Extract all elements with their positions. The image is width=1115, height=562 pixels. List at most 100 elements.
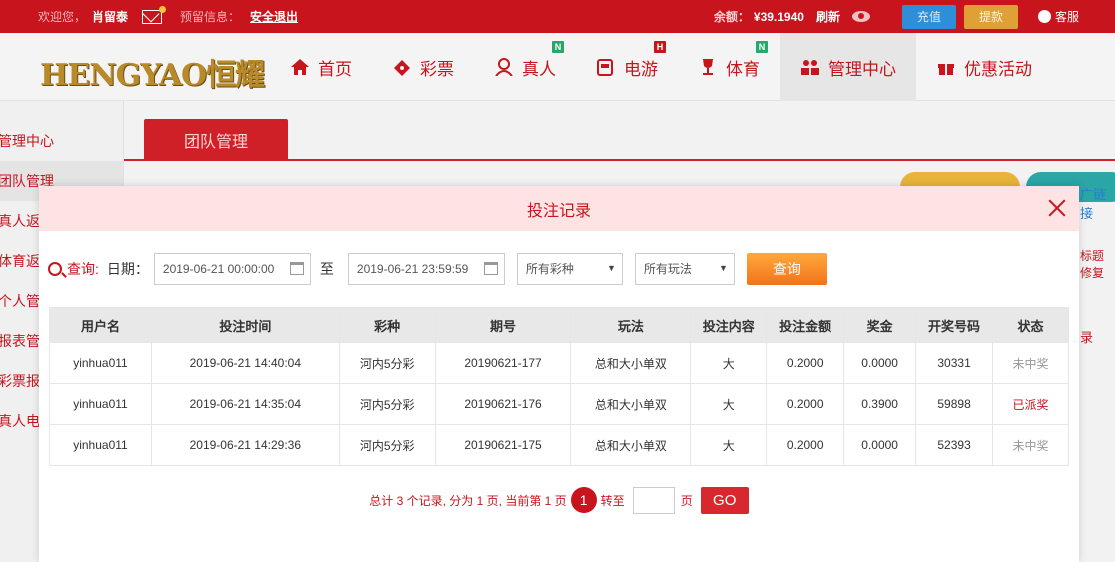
eye-icon[interactable] (851, 11, 870, 22)
to-label: 至 (319, 260, 334, 277)
page-number-button[interactable]: 1 (570, 487, 597, 513)
modal-header: 投注记录 (39, 186, 1079, 231)
calendar-icon[interactable] (289, 261, 304, 275)
cell-issue: 20190621-177 (434, 342, 572, 384)
cell-user: yinhua011 (49, 342, 152, 384)
goto-page-input[interactable] (632, 486, 675, 514)
welcome-text: 欢迎您， (38, 10, 87, 24)
calendar-icon[interactable] (483, 261, 498, 275)
query-button[interactable]: 查询 (746, 252, 827, 285)
cell-prize: 0.0000 (843, 342, 917, 384)
customer-service-link[interactable]: 客服 (1037, 8, 1079, 25)
bet-records-table: 用户名 投注时间 彩种 期号 玩法 投注内容 投注金额 奖金 开奖号码 状态 y… (49, 307, 1069, 466)
page-label: 页 (680, 493, 693, 508)
cell-play: 总和大小单双 (570, 342, 692, 384)
query-label: 查询: (67, 260, 99, 277)
nav-label: 管理中心 (828, 59, 896, 79)
search-icon (48, 261, 62, 276)
cell-issue: 20190621-176 (434, 383, 572, 425)
lottery-select[interactable]: 所有彩种 (516, 252, 623, 285)
cell-code: 52393 (915, 424, 994, 466)
sidebar-item-management[interactable]: 管理中心 (0, 121, 123, 161)
service-label: 客服 (1054, 10, 1079, 24)
pagination-summary: 总计 3 个记录, 分为 1 页, 当前第 1 页 (369, 493, 567, 508)
reserved-info-label: 预留信息： (180, 10, 241, 24)
table-header-row: 用户名 投注时间 彩种 期号 玩法 投注内容 投注金额 奖金 开奖号码 状态 (49, 307, 1069, 343)
nav-promotions[interactable]: 优惠活动 (936, 55, 1032, 80)
nav-label: 首页 (318, 59, 352, 79)
tab-underline (124, 159, 1115, 161)
cell-time: 2019-06-21 14:29:36 (150, 424, 340, 466)
bet-records-modal: 投注记录 查询: 日期： 2019-06-21 00:00:00 至 2019-… (39, 186, 1079, 562)
new-badge: N (756, 40, 768, 53)
table-row: yinhua011 2019-06-21 14:35:04 河内5分彩 2019… (49, 383, 1069, 425)
start-date-value: 2019-06-21 00:00:00 (162, 261, 275, 276)
background-text: 录 (1080, 330, 1094, 345)
end-date-value: 2019-06-21 23:59:59 (356, 261, 469, 276)
username: 肖留泰 (92, 10, 129, 24)
withdraw-button[interactable]: 提款 (963, 4, 1018, 29)
cell-lottery: 河内5分彩 (338, 342, 436, 384)
modal-title: 投注记录 (526, 202, 591, 220)
nav-home[interactable]: 首页 (290, 55, 352, 80)
end-date-input[interactable]: 2019-06-21 23:59:59 (347, 252, 505, 285)
cell-code: 30331 (915, 342, 994, 384)
column-header: 玩法 (570, 307, 692, 343)
go-button[interactable]: GO (700, 486, 749, 514)
cell-user: yinhua011 (49, 424, 152, 466)
notification-dot (159, 5, 167, 13)
column-header: 奖金 (843, 307, 917, 343)
nav-lottery[interactable]: 彩票 (392, 55, 454, 80)
column-header: 投注金额 (766, 307, 845, 343)
close-icon[interactable] (1047, 198, 1067, 218)
cell-time: 2019-06-21 14:35:04 (150, 383, 340, 425)
column-header: 用户名 (49, 307, 152, 343)
refresh-link[interactable]: 刷新 (816, 8, 840, 25)
goto-label: 转至 (600, 493, 625, 508)
dealer-icon (495, 58, 513, 76)
column-header: 投注内容 (690, 307, 768, 343)
cell-prize: 0.0000 (843, 424, 917, 466)
nav-management[interactable]: 管理中心 (780, 33, 916, 101)
site-logo[interactable]: HENGYAO恒耀 (40, 50, 265, 94)
date-label: 日期： (106, 260, 149, 277)
tab-team-management[interactable]: 团队管理 (144, 119, 288, 160)
cell-prize: 0.3900 (843, 383, 917, 425)
cell-play: 总和大小单双 (570, 383, 692, 425)
column-header: 彩种 (338, 307, 436, 343)
trophy-icon (703, 59, 713, 75)
slot-icon (597, 59, 613, 76)
start-date-input[interactable]: 2019-06-21 00:00:00 (153, 252, 311, 285)
nav-slots[interactable]: 电游 H (596, 40, 666, 80)
nav-label: 彩票 (420, 59, 454, 79)
play-select[interactable]: 所有玩法 (634, 252, 735, 285)
promo-link-text: 广链接 (1080, 187, 1107, 221)
cell-lottery: 河内5分彩 (338, 424, 436, 466)
cell-amount: 0.2000 (766, 424, 845, 466)
column-header: 状态 (992, 307, 1069, 343)
nav-label: 电游 (624, 59, 658, 79)
cell-amount: 0.2000 (766, 383, 845, 425)
top-bar: 欢迎您， 肖留泰 预留信息： 安全退出 余额： ¥39.1940 刷新 充值 提… (0, 0, 1115, 33)
nav-label: 体育 (726, 59, 760, 79)
main-nav: 首页 彩票 真人 N 电游 H 体育 N 管理中心 优惠活动 (290, 33, 1072, 101)
main-header: HENGYAO恒耀 首页 彩票 真人 N 电游 H 体育 N 管理中心 优惠活动 (0, 33, 1115, 101)
recharge-button[interactable]: 充值 (901, 4, 956, 29)
new-badge: N (552, 40, 564, 53)
cell-content: 大 (690, 424, 768, 466)
home-icon (291, 59, 309, 75)
cell-content: 大 (690, 342, 768, 384)
gift-icon (938, 64, 954, 75)
cell-play: 总和大小单双 (570, 424, 692, 466)
users-icon (801, 60, 819, 75)
background-text: 标题修复 (1080, 249, 1105, 280)
cell-content: 大 (690, 383, 768, 425)
logout-link[interactable]: 安全退出 (250, 8, 298, 25)
cell-amount: 0.2000 (766, 342, 845, 384)
mail-icon[interactable] (142, 5, 167, 24)
column-header: 期号 (434, 307, 572, 343)
nav-label: 优惠活动 (964, 59, 1032, 79)
nav-sports[interactable]: 体育 N (698, 40, 768, 80)
nav-live[interactable]: 真人 N (494, 40, 564, 80)
cell-issue: 20190621-175 (434, 424, 572, 466)
